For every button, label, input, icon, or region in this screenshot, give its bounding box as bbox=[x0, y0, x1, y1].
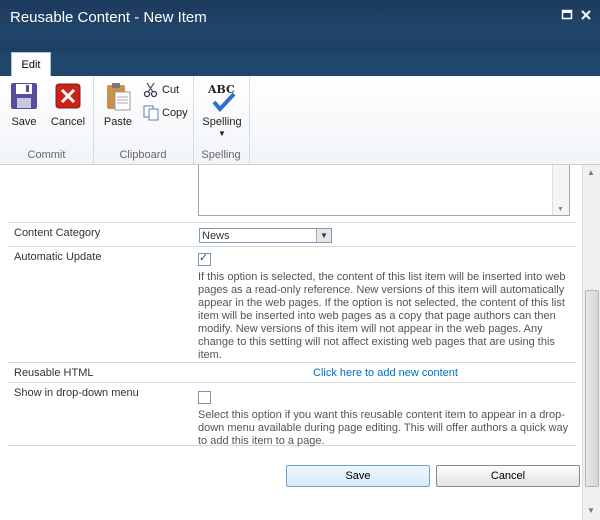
paste-label: Paste bbox=[103, 116, 133, 128]
scissors-icon bbox=[143, 82, 158, 98]
textarea-scroll-down-icon[interactable]: ▼ bbox=[557, 206, 564, 213]
cut-label: Cut bbox=[162, 84, 180, 96]
page-scrollbar-thumb[interactable] bbox=[585, 290, 599, 487]
ribbon-save-label: Save bbox=[11, 116, 37, 128]
automatic-update-row: Automatic Update If this option is selec… bbox=[8, 246, 576, 363]
content-textarea[interactable]: ▼ bbox=[198, 165, 570, 216]
maximize-icon[interactable] bbox=[561, 9, 573, 21]
spelling-label: Spelling bbox=[202, 116, 242, 128]
spelling-group-label: Spelling bbox=[201, 149, 241, 161]
copy-button[interactable]: Copy bbox=[143, 104, 188, 122]
automatic-update-checkbox[interactable] bbox=[198, 251, 211, 266]
textarea-scrollbar[interactable]: ▼ bbox=[552, 165, 569, 215]
cancel-button[interactable]: Cancel bbox=[436, 465, 580, 487]
clipboard-group-label: Clipboard bbox=[119, 149, 167, 161]
dialog-title: Reusable Content - New Item bbox=[10, 9, 207, 26]
spelling-group: ABC Spelling ▼ Spelling bbox=[193, 76, 250, 164]
chevron-down-icon[interactable]: ▼ bbox=[316, 229, 331, 242]
scroll-down-icon[interactable]: ▼ bbox=[587, 506, 595, 515]
scroll-up-icon[interactable]: ▲ bbox=[587, 168, 595, 177]
clipboard-group: Paste Cut Copy Clipboard bbox=[93, 76, 194, 164]
spelling-icon: ABC bbox=[207, 83, 236, 112]
content-category-value: News bbox=[202, 230, 230, 242]
form-content: ▼ Content Category News ▼ Automatic Upda… bbox=[0, 165, 582, 520]
show-in-dropdown-label: Show in drop-down menu bbox=[14, 387, 139, 399]
show-in-dropdown-description: Select this option if you want this reus… bbox=[198, 409, 569, 447]
ribbon: Save Cancel Commit Paste Cut Copy Clipbo… bbox=[0, 76, 600, 165]
copy-label: Copy bbox=[162, 107, 188, 119]
automatic-update-description: If this option is selected, the content … bbox=[198, 271, 566, 361]
spelling-icon-text: ABC bbox=[207, 83, 235, 96]
content-category-select[interactable]: News ▼ bbox=[199, 228, 332, 243]
cut-button[interactable]: Cut bbox=[143, 81, 179, 99]
ribbon-cancel-button[interactable]: Cancel bbox=[48, 80, 88, 128]
add-new-content-link[interactable]: Click here to add new content bbox=[313, 367, 458, 379]
ribbon-save-button[interactable]: Save bbox=[6, 80, 42, 128]
copy-icon bbox=[143, 105, 159, 121]
commit-group: Save Cancel Commit bbox=[0, 76, 94, 164]
content-category-label: Content Category bbox=[14, 227, 101, 239]
close-icon[interactable] bbox=[580, 9, 592, 21]
reusable-html-label: Reusable HTML bbox=[14, 367, 94, 379]
spelling-button[interactable]: ABC Spelling ▼ bbox=[199, 80, 245, 138]
save-icon bbox=[11, 83, 37, 109]
cancel-icon bbox=[55, 83, 81, 109]
tab-edit[interactable]: Edit bbox=[11, 52, 51, 77]
paste-button[interactable]: Paste bbox=[101, 80, 135, 128]
reusable-html-row: Reusable HTML Click here to add new cont… bbox=[8, 362, 576, 383]
commit-group-label: Commit bbox=[27, 149, 66, 161]
ribbon-cancel-label: Cancel bbox=[50, 116, 86, 128]
automatic-update-label: Automatic Update bbox=[14, 251, 102, 263]
ribbon-tabstrip bbox=[0, 52, 600, 76]
show-in-dropdown-checkbox[interactable] bbox=[198, 391, 211, 404]
save-button[interactable]: Save bbox=[286, 465, 430, 487]
spelling-dropdown-icon[interactable]: ▼ bbox=[199, 130, 245, 138]
content-category-row: Content Category News ▼ bbox=[8, 222, 576, 247]
show-in-dropdown-row: Show in drop-down menu Select this optio… bbox=[8, 382, 576, 447]
dialog-titlebar: Reusable Content - New Item bbox=[0, 0, 600, 53]
paste-icon bbox=[107, 83, 131, 111]
